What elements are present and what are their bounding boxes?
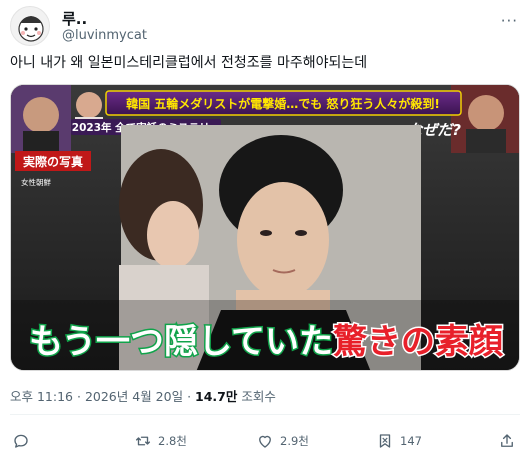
share-button[interactable] [498, 430, 516, 452]
bookmark-button[interactable]: 147 [376, 430, 422, 452]
action-bar: 2.8천 2.9천 147 [10, 426, 520, 456]
divider [10, 414, 520, 415]
like-count: 2.9천 [280, 434, 309, 448]
tweet-header: 루.. @luvinmycat ··· [10, 6, 520, 48]
views-label: 조회수 [241, 389, 276, 404]
meta-separator: · [187, 389, 192, 404]
reply-icon [14, 434, 28, 448]
avatar[interactable] [10, 6, 50, 46]
more-options-button[interactable]: ··· [501, 12, 518, 30]
tv-screenshot-image: 韓国 五輪メダリストが電撃婚…でも 怒り狂う人々が殺到! 2023年 全て実話の… [11, 85, 519, 370]
bookmark-count: 147 [400, 434, 422, 448]
heart-icon [259, 435, 271, 448]
tweet-meta: 오후 11:16 · 2026년 4월 20일 · 14.7만 조회수 [10, 386, 276, 405]
caption-white: もう一つ隠していた [29, 322, 333, 362]
photo-label: 実際の写真 [23, 154, 83, 169]
share-icon [501, 434, 513, 447]
reply-button[interactable] [12, 430, 30, 452]
tweet-media[interactable]: 韓国 五輪メダリストが電撃婚…でも 怒り狂う人々が殺到! 2023年 全て実話の… [10, 84, 520, 371]
retweet-count: 2.8천 [158, 434, 187, 448]
tweet-date[interactable]: 2026년 4월 20일 [85, 389, 183, 404]
bookmark-icon [379, 434, 391, 448]
author-display-name[interactable]: 루.. [62, 8, 87, 29]
photo-source: 女性朝鮮 [21, 177, 51, 187]
retweet-button[interactable]: 2.8천 [134, 430, 187, 452]
meta-separator: · [76, 389, 81, 404]
tweet-text: 아니 내가 왜 일본미스테리클럽에서 전청조를 마주해야되는데 [10, 55, 368, 71]
tweet-time[interactable]: 오후 11:16 [10, 389, 73, 404]
caption-red: 驚きの素顔 [333, 322, 503, 362]
banner-main-text: 韓国 五輪メダリストが電撃婚…でも 怒り狂う人々が殺到! [126, 96, 440, 111]
cartoon-face-icon [18, 16, 44, 42]
author-handle[interactable]: @luvinmycat [62, 28, 147, 43]
like-button[interactable]: 2.9천 [256, 430, 309, 452]
views-count: 14.7만 [195, 389, 238, 404]
retweet-icon [135, 436, 151, 446]
